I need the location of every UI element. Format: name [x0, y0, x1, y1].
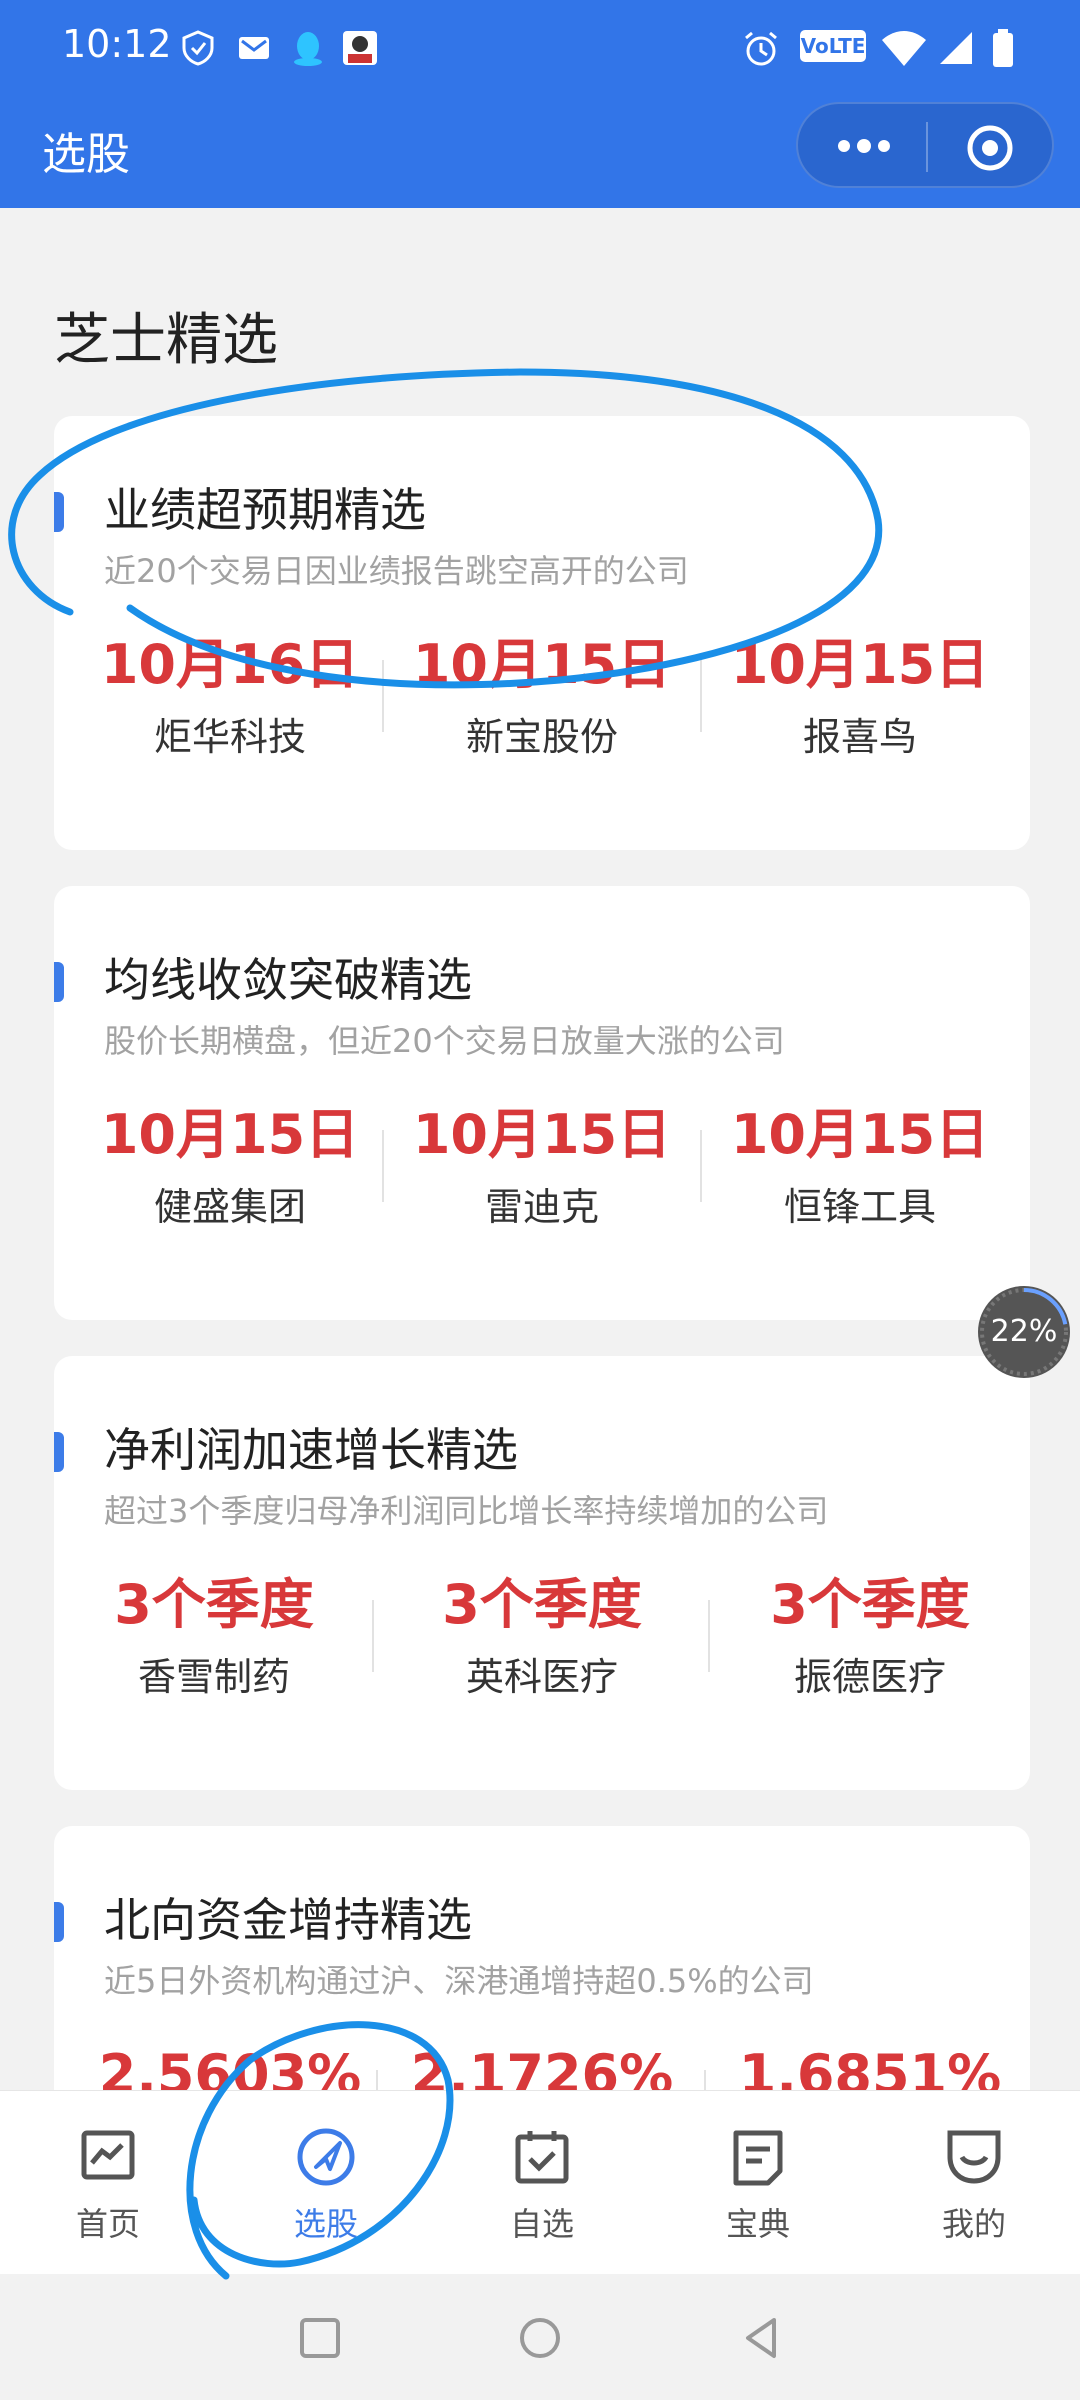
shield-icon	[182, 30, 214, 66]
tab-label: 我的	[941, 2205, 1006, 2243]
back-icon[interactable]	[734, 2310, 790, 2366]
status-time: 10:12	[62, 22, 172, 66]
stock-value: 10月15日	[730, 633, 990, 696]
stock-value: 10月15日	[412, 1103, 672, 1166]
stock-name: 健盛集团	[153, 1185, 306, 1229]
picks-card[interactable]: 净利润加速增长精选 超过3个季度归母净利润同比增长率持续增加的公司 3个季度 香…	[54, 1356, 1030, 1790]
battery-icon	[993, 29, 1013, 67]
tab-label: 自选	[509, 2205, 574, 2243]
section-title: 芝士精选	[54, 308, 278, 373]
card-title: 均线收敛突破精选	[104, 953, 472, 1007]
stock-value: 3个季度	[114, 1573, 314, 1636]
compass-icon	[297, 2128, 355, 2186]
document-icon	[733, 2130, 783, 2186]
tab-label: 宝典	[725, 2205, 790, 2243]
stock-value: 3个季度	[442, 1573, 642, 1636]
card-description: 近5日外资机构通过沪、深港通增持超0.5%的公司	[104, 1962, 814, 2000]
stock-value: 10月15日	[412, 633, 672, 696]
progress-badge[interactable]: 22%	[978, 1286, 1070, 1378]
card-stats: 10月16日 炬华科技 10月15日 新宝股份 10月15日 报喜鸟	[54, 630, 1030, 780]
wifi-icon	[882, 31, 926, 66]
alarm-icon	[745, 31, 777, 66]
stock-item[interactable]: 10月15日 报喜鸟	[700, 630, 1020, 761]
close-miniapp-icon[interactable]	[964, 122, 1016, 174]
tab-label: 首页	[75, 2205, 140, 2243]
card-accent	[54, 962, 64, 1002]
card-stats: 3个季度 香雪制药 3个季度 英科医疗 3个季度 振德医疗	[54, 1570, 1030, 1720]
tab-guide[interactable]: 宝典	[678, 2125, 838, 2245]
qq-icon	[294, 32, 322, 66]
stock-item[interactable]: 10月15日 恒锋工具	[700, 1100, 1020, 1231]
stock-item[interactable]: 10月15日 雷迪克	[382, 1100, 702, 1231]
stock-item[interactable]: 3个季度 香雪制药	[54, 1570, 374, 1701]
card-description: 股价长期横盘，但近20个交易日放量大涨的公司	[104, 1022, 785, 1060]
card-title: 业绩超预期精选	[104, 483, 426, 537]
card-description: 近20个交易日因业绩报告跳空高开的公司	[104, 552, 689, 590]
capsule-divider	[926, 122, 928, 172]
stock-item[interactable]: 10月15日 健盛集团	[70, 1100, 390, 1231]
tab-stock-picks[interactable]: 选股	[246, 2125, 406, 2245]
stock-name: 香雪制药	[137, 1655, 290, 1699]
stock-item[interactable]: 10月15日 新宝股份	[382, 630, 702, 761]
card-description: 超过3个季度归母净利润同比增长率持续增加的公司	[104, 1492, 829, 1530]
page-title: 选股	[42, 129, 130, 180]
stock-name: 炬华科技	[153, 715, 306, 759]
more-icon[interactable]	[832, 122, 896, 170]
stock-value: 10月16日	[100, 633, 360, 696]
chart-icon	[81, 2130, 135, 2180]
card-accent	[54, 492, 64, 532]
stock-item[interactable]: 3个季度 英科医疗	[382, 1570, 702, 1701]
stock-value: 10月15日	[100, 1103, 360, 1166]
stock-name: 报喜鸟	[802, 715, 917, 759]
smile-icon	[947, 2130, 1001, 2184]
system-nav-bar	[0, 2274, 1080, 2400]
home-icon[interactable]	[512, 2310, 568, 2366]
volte-badge: VoLTE	[800, 30, 866, 62]
mail-icon	[239, 37, 269, 59]
tab-label: 选股	[293, 2205, 358, 2243]
calendar-check-icon	[515, 2131, 569, 2184]
stock-name: 恒锋工具	[783, 1185, 936, 1229]
stock-item[interactable]: 3个季度 振德医疗	[710, 1570, 1030, 1701]
stock-item[interactable]: 10月16日 炬华科技	[70, 630, 390, 761]
card-accent	[54, 1432, 64, 1472]
stock-name: 振德医疗	[793, 1655, 946, 1699]
stock-value: 10月15日	[730, 1103, 990, 1166]
signal-icon	[940, 32, 972, 64]
top-bar: 10:12 VoLTE 选股	[0, 0, 1080, 208]
card-title: 北向资金增持精选	[104, 1893, 472, 1947]
stock-name: 新宝股份	[465, 715, 618, 759]
picks-card[interactable]: 均线收敛突破精选 股价长期横盘，但近20个交易日放量大涨的公司 10月15日 健…	[54, 886, 1030, 1320]
miniapp-capsule	[796, 102, 1054, 188]
card-accent	[54, 1902, 64, 1942]
status-bar: 10:12 VoLTE	[0, 0, 1080, 92]
card-title: 净利润加速增长精选	[104, 1423, 518, 1477]
stock-name: 英科医疗	[465, 1655, 618, 1699]
picks-card[interactable]: 业绩超预期精选 近20个交易日因业绩报告跳空高开的公司 10月16日 炬华科技 …	[54, 416, 1030, 850]
bottom-tab-bar: 首页 选股 自选 宝典 我的	[0, 2090, 1080, 2275]
progress-label: 22%	[990, 1314, 1058, 1349]
tab-home[interactable]: 首页	[28, 2125, 188, 2245]
tab-profile[interactable]: 我的	[894, 2125, 1054, 2245]
avatar-notification-icon	[343, 31, 377, 65]
tab-watchlist[interactable]: 自选	[462, 2125, 622, 2245]
card-stats: 10月15日 健盛集团 10月15日 雷迪克 10月15日 恒锋工具	[54, 1100, 1030, 1250]
stock-value: 3个季度	[770, 1573, 970, 1636]
stock-name: 雷迪克	[484, 1185, 599, 1229]
divider	[372, 1600, 374, 1672]
recents-icon[interactable]	[292, 2310, 348, 2366]
